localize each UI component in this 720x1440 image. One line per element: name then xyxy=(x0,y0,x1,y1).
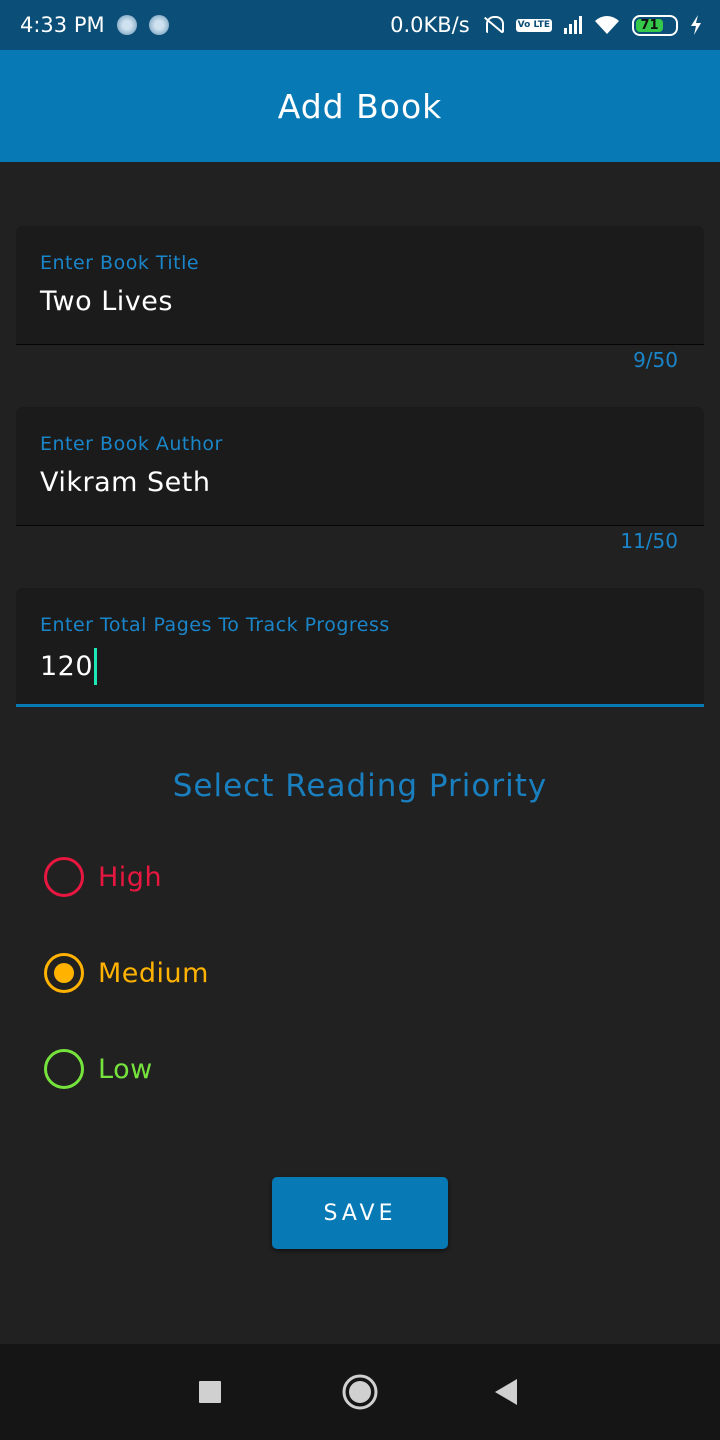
charging-bolt-icon xyxy=(691,15,701,35)
book-title-field[interactable]: Enter Book Title Two Lives xyxy=(16,226,704,345)
priority-medium-label[interactable]: Medium xyxy=(98,958,209,989)
recents-square-icon xyxy=(199,1381,221,1403)
book-title-counter: 9/50 xyxy=(633,348,678,372)
signal-icon xyxy=(564,16,582,34)
book-author-field[interactable]: Enter Book Author Vikram Seth xyxy=(16,407,704,526)
radio-unchecked-icon[interactable] xyxy=(44,857,84,897)
sync-dot-icon xyxy=(148,15,169,35)
system-nav-bar xyxy=(0,1344,720,1440)
text-cursor xyxy=(94,648,98,685)
status-left: 4:33 PM xyxy=(20,13,169,37)
battery-icon: 71 xyxy=(632,14,678,36)
total-pages-label: Enter Total Pages To Track Progress xyxy=(40,614,390,636)
volte-icon: Vo LTE xyxy=(515,18,552,32)
radio-checked-icon[interactable] xyxy=(44,953,84,993)
total-pages-field[interactable]: Enter Total Pages To Track Progress 120 xyxy=(16,588,704,707)
total-pages-input[interactable]: 120 xyxy=(40,648,704,685)
priority-high-label[interactable]: High xyxy=(98,862,162,893)
home-button[interactable] xyxy=(320,1344,400,1440)
save-button[interactable]: SAVE xyxy=(272,1177,448,1249)
wifi-icon xyxy=(595,16,619,34)
priority-option-medium[interactable]: Medium xyxy=(44,953,209,993)
priority-option-low[interactable]: Low xyxy=(44,1049,153,1089)
home-circle-icon xyxy=(342,1374,378,1410)
recents-button[interactable] xyxy=(170,1344,250,1440)
status-right: 0.0KB/s Vo LTE 71 xyxy=(390,13,702,37)
sync-dot-icon xyxy=(116,15,137,35)
status-time: 4:33 PM xyxy=(20,13,105,37)
back-button[interactable] xyxy=(466,1344,546,1440)
book-title-label: Enter Book Title xyxy=(40,252,200,274)
priority-option-high[interactable]: High xyxy=(44,857,162,897)
battery-level: 71 xyxy=(636,18,663,33)
back-triangle-icon xyxy=(495,1379,517,1405)
radio-unchecked-icon[interactable] xyxy=(44,1049,84,1089)
priority-low-label[interactable]: Low xyxy=(98,1054,153,1085)
mute-bell-icon xyxy=(482,15,504,35)
status-bar: 4:33 PM 0.0KB/s Vo LTE 71 xyxy=(0,0,720,50)
app-bar: Add Book xyxy=(0,50,720,162)
book-author-counter: 11/50 xyxy=(620,529,678,553)
book-title-value[interactable]: Two Lives xyxy=(40,286,704,317)
priority-heading: Select Reading Priority xyxy=(172,768,548,804)
book-author-label: Enter Book Author xyxy=(40,433,223,455)
page-title: Add Book xyxy=(277,86,443,126)
network-speed: 0.0KB/s xyxy=(390,13,470,37)
book-author-value[interactable]: Vikram Seth xyxy=(40,467,704,498)
total-pages-value: 120 xyxy=(40,651,94,682)
